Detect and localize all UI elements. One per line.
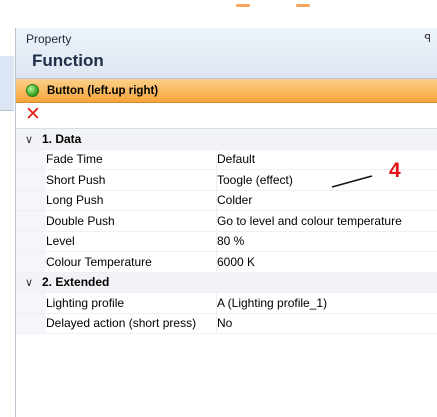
row-gutter (16, 169, 46, 191)
red-x-icon[interactable]: ✕ (25, 104, 41, 126)
property-row[interactable]: Level 80 % (16, 231, 437, 252)
panel-header: Property ꟼ Function (16, 28, 437, 79)
property-row[interactable]: Colour Temperature 6000 K (16, 251, 437, 273)
selected-item-label: Button (left.up right) (47, 84, 159, 97)
row-gutter (16, 231, 46, 252)
property-toolbar: ✕ (16, 103, 437, 129)
property-name: Colour Temperature (46, 251, 217, 273)
row-gutter (16, 313, 46, 334)
category-row-extended[interactable]: ∨ 2. Extended (16, 272, 437, 293)
property-name: Fade Time (46, 149, 217, 170)
property-value[interactable]: Default (216, 149, 437, 170)
property-row[interactable]: Short Push Toogle (effect) (16, 169, 437, 191)
chevron-down-icon[interactable]: ∨ (16, 133, 42, 146)
pin-icon[interactable]: ꟼ (424, 32, 431, 45)
annotation-number: 4 (389, 159, 401, 182)
orange-accent-mark (296, 4, 310, 7)
property-value[interactable]: 6000 K (216, 251, 437, 273)
function-title: Function (32, 51, 104, 70)
property-row[interactable]: Long Push Colder (16, 190, 437, 211)
property-panel: Property ꟼ Function Button (left.up righ… (16, 28, 437, 417)
property-name: Short Push (46, 169, 217, 191)
property-row[interactable]: Lighting profile A (Lighting profile_1) (16, 292, 437, 314)
top-strip (0, 0, 437, 28)
property-value[interactable]: Toogle (effect) (216, 169, 437, 191)
property-row[interactable]: Delayed action (short press) No (16, 313, 437, 334)
category-label: 1. Data (42, 131, 82, 146)
row-gutter (16, 251, 46, 273)
row-gutter (16, 190, 46, 211)
category-cell: ∨ 2. Extended (16, 272, 437, 293)
category-label: 2. Extended (42, 275, 110, 290)
orange-accent-mark (236, 4, 250, 7)
property-value[interactable]: Colder (216, 190, 437, 211)
row-gutter (16, 292, 46, 314)
property-value[interactable]: 80 % (216, 231, 437, 252)
property-value[interactable]: A (Lighting profile_1) (216, 292, 437, 314)
property-name: Delayed action (short press) (46, 313, 217, 334)
dock-tab[interactable] (0, 56, 14, 111)
panel-title: Property (26, 32, 72, 46)
property-name: Double Push (46, 210, 217, 232)
selected-item-bar[interactable]: Button (left.up right) (16, 79, 437, 103)
property-row[interactable]: Double Push Go to level and colour tempe… (16, 210, 437, 232)
category-cell: ∨ 1. Data (16, 129, 437, 150)
property-value[interactable]: No (216, 313, 437, 334)
property-row[interactable]: Fade Time Default (16, 149, 437, 170)
row-gutter (16, 210, 46, 232)
property-name: Long Push (46, 190, 217, 211)
row-gutter (16, 149, 46, 170)
property-name: Lighting profile (46, 292, 217, 314)
category-row-data[interactable]: ∨ 1. Data (16, 129, 437, 150)
chevron-down-icon[interactable]: ∨ (16, 276, 42, 289)
property-value[interactable]: Go to level and colour temperature (216, 210, 437, 232)
green-circle-icon (26, 84, 39, 97)
property-name: Level (46, 231, 217, 252)
left-dock-gutter (0, 28, 16, 417)
property-grid: ∨ 1. Data Fade Time Default Short Push To… (16, 129, 437, 334)
